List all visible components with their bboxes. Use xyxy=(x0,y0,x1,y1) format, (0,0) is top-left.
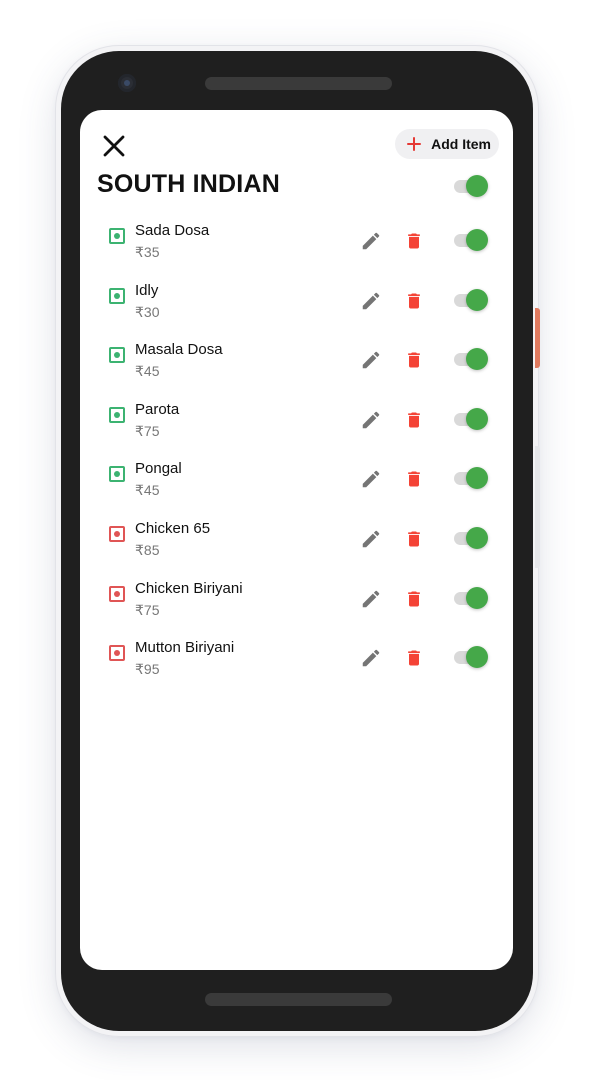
home-indicator xyxy=(205,993,392,1006)
volume-button xyxy=(535,446,540,568)
delete-icon[interactable] xyxy=(404,230,424,252)
edit-icon[interactable] xyxy=(360,290,382,312)
item-price: ₹45 xyxy=(135,363,160,380)
list-item: Sada Dosa ₹35 xyxy=(80,220,513,280)
close-button[interactable] xyxy=(100,132,128,160)
nonveg-indicator-icon xyxy=(109,585,125,602)
item-availability-toggle[interactable] xyxy=(451,525,489,551)
category-toggle[interactable] xyxy=(451,173,489,199)
speaker-grille xyxy=(205,77,392,90)
item-name: Pongal xyxy=(135,460,182,478)
item-name: Chicken Biriyani xyxy=(135,579,243,597)
edit-icon[interactable] xyxy=(360,528,382,550)
veg-indicator-icon xyxy=(109,406,125,423)
item-availability-toggle[interactable] xyxy=(451,346,489,372)
edit-icon[interactable] xyxy=(360,230,382,252)
nonveg-indicator-icon xyxy=(109,525,125,542)
delete-icon[interactable] xyxy=(404,528,424,550)
item-availability-toggle[interactable] xyxy=(451,287,489,313)
add-item-label: Add Item xyxy=(431,136,491,152)
list-item: Idly ₹30 xyxy=(80,280,513,340)
edit-icon[interactable] xyxy=(360,468,382,490)
edit-icon[interactable] xyxy=(360,409,382,431)
item-price: ₹35 xyxy=(135,244,160,260)
delete-icon[interactable] xyxy=(404,468,424,490)
nonveg-indicator-icon xyxy=(109,645,125,662)
add-item-button[interactable]: Add Item xyxy=(395,129,499,159)
delete-icon[interactable] xyxy=(404,588,424,610)
item-name: Masala Dosa xyxy=(135,341,223,359)
list-item: Mutton Biriyani ₹95 xyxy=(80,637,513,697)
item-availability-toggle[interactable] xyxy=(451,644,489,670)
item-name: Chicken 65 xyxy=(135,519,211,537)
edit-icon[interactable] xyxy=(360,647,382,669)
veg-indicator-icon xyxy=(109,347,125,364)
delete-icon[interactable] xyxy=(404,290,424,312)
list-item: Chicken 65 ₹85 xyxy=(80,518,513,578)
item-availability-toggle[interactable] xyxy=(451,465,489,491)
power-button xyxy=(535,308,540,368)
list-item: Chicken Biriyani ₹75 xyxy=(80,578,513,638)
plus-icon xyxy=(407,137,422,151)
list-item: Pongal ₹45 xyxy=(80,458,513,518)
item-price: ₹75 xyxy=(135,601,160,618)
item-price: ₹85 xyxy=(135,541,160,558)
toggle-knob xyxy=(466,175,488,197)
veg-indicator-icon xyxy=(109,466,125,483)
item-price: ₹30 xyxy=(135,303,160,320)
item-availability-toggle[interactable] xyxy=(451,227,489,253)
veg-indicator-icon xyxy=(109,228,125,244)
screen: Add Item SOUTH INDIAN Sada Dosa ₹35 Idly… xyxy=(80,110,513,970)
list-item: Masala Dosa ₹45 xyxy=(80,339,513,399)
camera-icon xyxy=(118,74,136,92)
item-name: Idly xyxy=(135,281,159,299)
item-name: Mutton Biriyani xyxy=(135,639,235,657)
item-price: ₹45 xyxy=(135,482,160,499)
edit-icon[interactable] xyxy=(360,349,382,371)
close-icon xyxy=(103,135,125,157)
item-price: ₹75 xyxy=(135,422,160,439)
list-item: Parota ₹75 xyxy=(80,399,513,459)
edit-icon[interactable] xyxy=(360,588,382,610)
delete-icon[interactable] xyxy=(404,409,424,431)
item-price: ₹95 xyxy=(135,661,160,678)
item-availability-toggle[interactable] xyxy=(451,406,489,432)
item-name: Parota xyxy=(135,400,180,418)
item-name: Sada Dosa xyxy=(135,222,210,239)
item-list: Sada Dosa ₹35 Idly ₹30 Masala Dosa ₹45 P… xyxy=(80,220,513,697)
delete-icon[interactable] xyxy=(404,647,424,669)
item-availability-toggle[interactable] xyxy=(451,585,489,611)
veg-indicator-icon xyxy=(109,287,125,304)
delete-icon[interactable] xyxy=(404,349,424,371)
category-title: SOUTH INDIAN xyxy=(97,170,280,198)
